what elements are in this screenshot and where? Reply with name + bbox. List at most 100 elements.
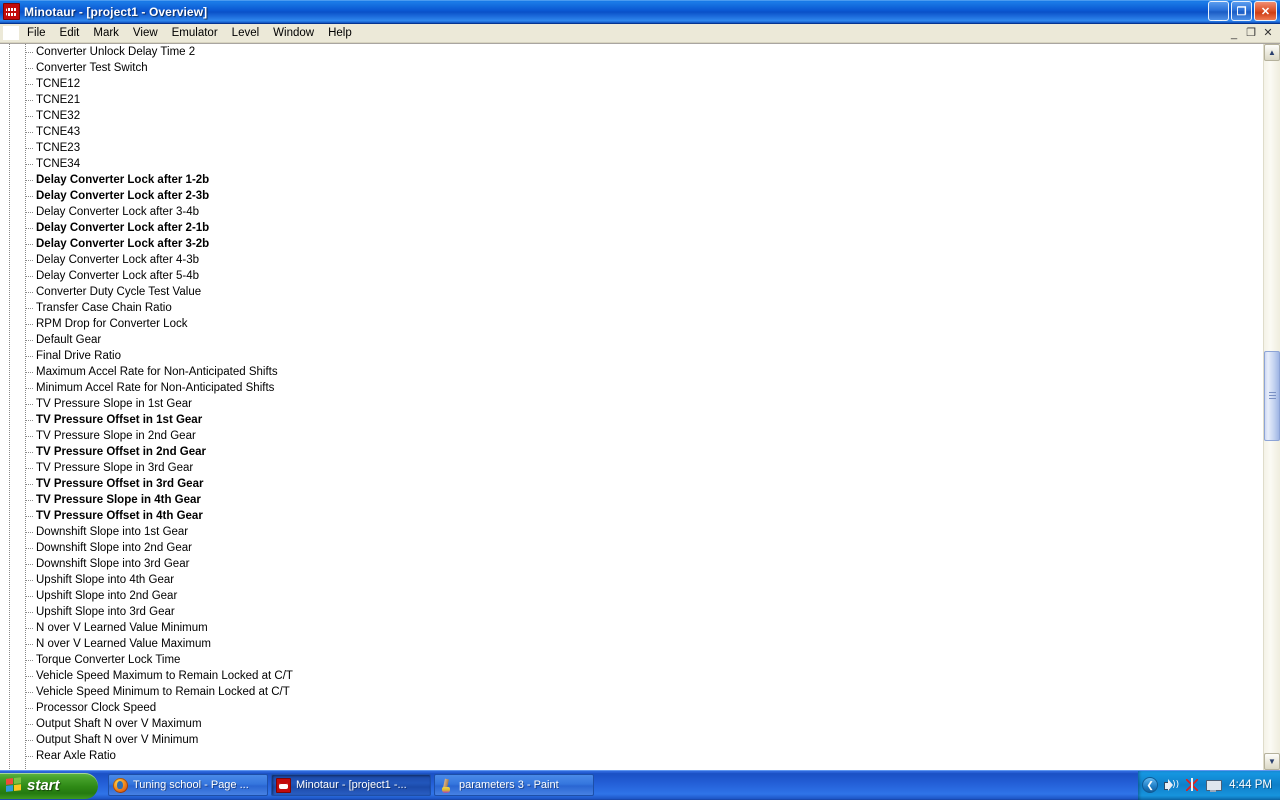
tree-row-container: Converter Unlock Delay Time 2 Converter T… bbox=[0, 44, 1263, 764]
tree-item[interactable]: Transfer Case Chain Ratio bbox=[0, 300, 1263, 316]
scroll-down-arrow-icon[interactable]: ▼ bbox=[1264, 753, 1280, 770]
tree-item[interactable]: Delay Converter Lock after 2-3b bbox=[0, 188, 1263, 204]
tree-item[interactable]: Torque Converter Lock Time bbox=[0, 652, 1263, 668]
tree-item[interactable]: Converter Unlock Delay Time 2 bbox=[0, 44, 1263, 60]
volume-icon[interactable]: )) bbox=[1163, 777, 1179, 793]
minotaur-icon bbox=[276, 777, 291, 793]
menu-item-edit[interactable]: Edit bbox=[53, 25, 87, 42]
scrollbar-thumb[interactable] bbox=[1264, 351, 1280, 441]
parameter-tree-view[interactable]: Converter Unlock Delay Time 2 Converter T… bbox=[0, 44, 1263, 770]
tree-item[interactable]: Default Gear bbox=[0, 332, 1263, 348]
mdi-child-window-controls: _ ❐ ✕ bbox=[1226, 25, 1276, 40]
minotaur-mouth-glyph bbox=[6, 8, 17, 16]
taskbar-window-buttons: Tuning school - Page ... Minotaur - [proj… bbox=[108, 774, 1138, 796]
tree-item[interactable]: TV Pressure Slope in 4th Gear bbox=[0, 492, 1263, 508]
menu-item-mark[interactable]: Mark bbox=[86, 25, 126, 42]
network-activity-icon[interactable] bbox=[1184, 777, 1200, 793]
paint-icon bbox=[439, 778, 454, 793]
tree-item[interactable]: N over V Learned Value Maximum bbox=[0, 636, 1263, 652]
tree-item[interactable]: TV Pressure Offset in 2nd Gear bbox=[0, 444, 1263, 460]
volume-waves-glyph: )) bbox=[1172, 780, 1180, 790]
tree-item[interactable]: Delay Converter Lock after 2-1b bbox=[0, 220, 1263, 236]
tree-item[interactable]: Maximum Accel Rate for Non-Anticipated S… bbox=[0, 364, 1263, 380]
restore-icon: ❐ bbox=[1236, 5, 1247, 18]
show-hidden-icons-chevron-icon[interactable]: ❮ bbox=[1142, 777, 1159, 793]
taskbar-clock[interactable]: 4:44 PM bbox=[1226, 779, 1272, 791]
tree-item[interactable]: Downshift Slope into 3rd Gear bbox=[0, 556, 1263, 572]
tree-item[interactable]: Final Drive Ratio bbox=[0, 348, 1263, 364]
tree-item[interactable]: Converter Test Switch bbox=[0, 60, 1263, 76]
tree-item[interactable]: RPM Drop for Converter Lock bbox=[0, 316, 1263, 332]
window-title: Minotaur - [project1 - Overview] bbox=[24, 4, 208, 19]
scrollbar-track[interactable] bbox=[1264, 61, 1280, 753]
tree-item[interactable]: Upshift Slope into 3rd Gear bbox=[0, 604, 1263, 620]
tree-item[interactable]: Delay Converter Lock after 5-4b bbox=[0, 268, 1263, 284]
application-window: Minotaur - [project1 - Overview] _ ❐ ✕ F… bbox=[0, 0, 1280, 770]
minimize-icon: _ bbox=[1214, 7, 1223, 22]
menu-item-emulator[interactable]: Emulator bbox=[165, 25, 225, 42]
tree-item[interactable]: Vehicle Speed Minimum to Remain Locked a… bbox=[0, 684, 1263, 700]
menu-item-view[interactable]: View bbox=[126, 25, 165, 42]
blank-document-icon[interactable] bbox=[2, 25, 20, 41]
menu-item-level[interactable]: Level bbox=[225, 25, 267, 42]
tree-item[interactable]: TCNE12 bbox=[0, 76, 1263, 92]
tree-item[interactable]: Delay Converter Lock after 4-3b bbox=[0, 252, 1263, 268]
tree-item[interactable]: TV Pressure Offset in 3rd Gear bbox=[0, 476, 1263, 492]
tree-item[interactable]: TCNE23 bbox=[0, 140, 1263, 156]
mdi-close-button[interactable]: ✕ bbox=[1260, 25, 1276, 40]
tree-item[interactable]: TCNE34 bbox=[0, 156, 1263, 172]
tree-item[interactable]: N over V Learned Value Minimum bbox=[0, 620, 1263, 636]
tree-item[interactable]: Minimum Accel Rate for Non-Anticipated S… bbox=[0, 380, 1263, 396]
firefox-icon bbox=[113, 777, 128, 793]
taskbar-button[interactable]: Tuning school - Page ... bbox=[108, 774, 268, 796]
client-area: Converter Unlock Delay Time 2 Converter T… bbox=[0, 43, 1280, 770]
taskbar-button[interactable]: Minotaur - [project1 -... bbox=[271, 774, 431, 796]
mdi-restore-button[interactable]: ❐ bbox=[1243, 25, 1259, 40]
minimize-button[interactable]: _ bbox=[1208, 1, 1229, 21]
taskbar-button[interactable]: parameters 3 - Paint bbox=[434, 774, 594, 796]
start-button-label: start bbox=[27, 777, 60, 794]
tree-item[interactable]: Downshift Slope into 2nd Gear bbox=[0, 540, 1263, 556]
tree-item[interactable]: TCNE43 bbox=[0, 124, 1263, 140]
tree-item[interactable]: Output Shaft N over V Minimum bbox=[0, 732, 1263, 748]
tree-item[interactable]: Rear Axle Ratio bbox=[0, 748, 1263, 764]
close-icon: ✕ bbox=[1260, 5, 1271, 18]
tree-item[interactable]: Upshift Slope into 2nd Gear bbox=[0, 588, 1263, 604]
tree-item[interactable]: Converter Duty Cycle Test Value bbox=[0, 284, 1263, 300]
mdi-minimize-button[interactable]: _ bbox=[1226, 25, 1242, 40]
menu-bar: File Edit Mark View Emulator Level Windo… bbox=[0, 24, 1280, 43]
tree-item[interactable]: TCNE32 bbox=[0, 108, 1263, 124]
scrollbar-grip-icon bbox=[1269, 392, 1276, 400]
tree-item[interactable]: Upshift Slope into 4th Gear bbox=[0, 572, 1263, 588]
start-button[interactable]: start bbox=[0, 772, 98, 799]
minotaur-icon[interactable] bbox=[3, 3, 20, 20]
system-tray: ❮ )) 4:44 PM bbox=[1138, 770, 1280, 800]
menu-item-help[interactable]: Help bbox=[321, 25, 359, 42]
tree-item[interactable]: TCNE21 bbox=[0, 92, 1263, 108]
taskbar-button-label: Tuning school - Page ... bbox=[133, 779, 249, 791]
tree-item[interactable]: Output Shaft N over V Maximum bbox=[0, 716, 1263, 732]
taskbar-button-label: parameters 3 - Paint bbox=[459, 779, 559, 791]
title-bar[interactable]: Minotaur - [project1 - Overview] _ ❐ ✕ bbox=[0, 0, 1280, 24]
tree-item[interactable]: TV Pressure Slope in 2nd Gear bbox=[0, 428, 1263, 444]
tree-item[interactable]: Delay Converter Lock after 3-4b bbox=[0, 204, 1263, 220]
tree-item[interactable]: TV Pressure Slope in 1st Gear bbox=[0, 396, 1263, 412]
taskbar-button-label: Minotaur - [project1 -... bbox=[296, 779, 407, 791]
windows-flag-icon bbox=[6, 777, 22, 794]
tree-item[interactable]: TV Pressure Offset in 1st Gear bbox=[0, 412, 1263, 428]
close-button[interactable]: ✕ bbox=[1254, 1, 1277, 21]
windows-taskbar: start Tuning school - Page ... Minotaur -… bbox=[0, 770, 1280, 800]
tree-item[interactable]: TV Pressure Offset in 4th Gear bbox=[0, 508, 1263, 524]
tree-item[interactable]: TV Pressure Slope in 3rd Gear bbox=[0, 460, 1263, 476]
restore-button[interactable]: ❐ bbox=[1231, 1, 1252, 21]
menu-item-file[interactable]: File bbox=[20, 25, 53, 42]
menu-item-window[interactable]: Window bbox=[266, 25, 321, 42]
display-monitor-icon[interactable] bbox=[1205, 777, 1223, 793]
tree-item[interactable]: Delay Converter Lock after 1-2b bbox=[0, 172, 1263, 188]
tree-item[interactable]: Downshift Slope into 1st Gear bbox=[0, 524, 1263, 540]
tree-item[interactable]: Vehicle Speed Maximum to Remain Locked a… bbox=[0, 668, 1263, 684]
vertical-scrollbar[interactable]: ▲ ▼ bbox=[1263, 44, 1280, 770]
scroll-up-arrow-icon[interactable]: ▲ bbox=[1264, 44, 1280, 61]
tree-item[interactable]: Delay Converter Lock after 3-2b bbox=[0, 236, 1263, 252]
tree-item[interactable]: Processor Clock Speed bbox=[0, 700, 1263, 716]
